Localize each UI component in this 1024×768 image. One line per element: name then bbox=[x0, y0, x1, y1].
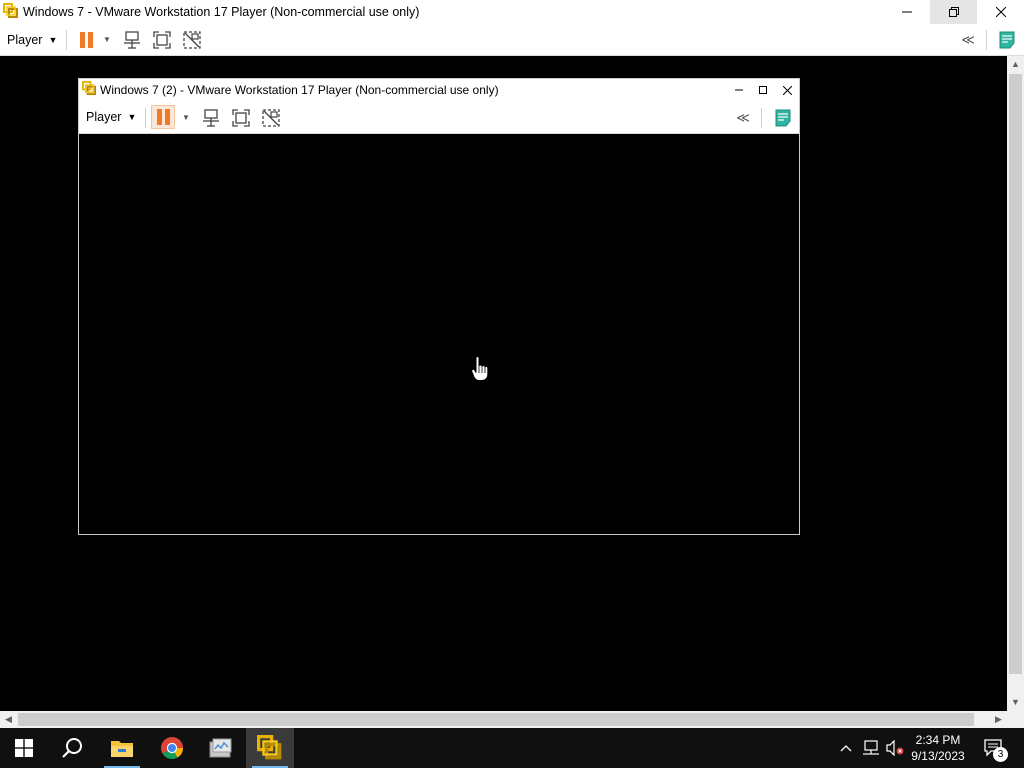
inner-player-menu[interactable]: Player ▼ bbox=[86, 110, 136, 124]
toolbar-separator bbox=[145, 108, 146, 128]
network-icon bbox=[863, 740, 879, 755]
close-icon bbox=[995, 7, 1006, 17]
inner-guest-display[interactable] bbox=[79, 135, 799, 534]
clock-date: 9/13/2023 bbox=[911, 749, 965, 763]
outer-toolbar: Player ▼ ▼ ≪ bbox=[0, 24, 1024, 56]
collapse-toolbar-icon: ≪ bbox=[736, 110, 750, 125]
taskbar-clock[interactable]: 2:34 PM 9/13/2023 bbox=[902, 728, 974, 768]
unity-icon bbox=[183, 31, 201, 49]
collapse-toolbar-icon: ≪ bbox=[961, 32, 975, 47]
chevron-up-icon bbox=[840, 745, 852, 752]
server-manager-icon bbox=[209, 738, 232, 758]
clock-time: 2:34 PM bbox=[915, 733, 961, 747]
send-ctrl-alt-del-icon bbox=[124, 31, 140, 49]
outer-window-titlebar[interactable]: Windows 7 - VMware Workstation 17 Player… bbox=[0, 0, 1024, 24]
scrollbar-corner bbox=[1007, 711, 1024, 728]
pause-icon bbox=[157, 109, 174, 125]
restore-icon bbox=[948, 7, 959, 17]
outer-message-log-button[interactable] bbox=[997, 30, 1017, 50]
inner-pause-button[interactable] bbox=[151, 105, 175, 129]
folder-icon bbox=[111, 741, 133, 757]
outer-close-button[interactable] bbox=[977, 0, 1024, 24]
outer-fit-guest-button[interactable] bbox=[152, 30, 172, 50]
inner-collapse-toolbar-button[interactable]: ≪ bbox=[733, 108, 753, 128]
windows-logo-icon bbox=[15, 739, 33, 757]
start-button[interactable] bbox=[0, 728, 48, 768]
taskbar-server-manager[interactable] bbox=[197, 728, 245, 768]
outer-restore-button[interactable] bbox=[930, 0, 977, 24]
scroll-up-arrow-icon[interactable]: ▲ bbox=[1007, 56, 1024, 73]
vmware-app-icon bbox=[82, 81, 97, 99]
inner-message-log-button[interactable] bbox=[773, 108, 793, 128]
outer-unity-button[interactable] bbox=[182, 30, 202, 50]
inner-minimize-button[interactable] bbox=[727, 79, 751, 101]
outer-player-menu[interactable]: Player ▼ bbox=[7, 33, 57, 47]
outer-send-ctrl-alt-del-button[interactable] bbox=[122, 30, 142, 50]
search-button[interactable] bbox=[48, 728, 96, 768]
outer-vertical-scrollbar[interactable]: ▲ ▼ bbox=[1007, 56, 1024, 711]
windows-taskbar: 2:34 PM 9/13/2023 3 bbox=[0, 728, 1024, 768]
show-hidden-icons-button[interactable] bbox=[836, 728, 856, 768]
toolbar-separator bbox=[66, 30, 67, 50]
taskbar-file-explorer[interactable] bbox=[98, 728, 146, 768]
inner-window-titlebar[interactable]: Windows 7 (2) - VMware Workstation 17 Pl… bbox=[79, 79, 799, 101]
inner-vmware-window[interactable]: Windows 7 (2) - VMware Workstation 17 Pl… bbox=[78, 78, 800, 535]
outer-minimize-button[interactable] bbox=[883, 0, 930, 24]
inner-close-button[interactable] bbox=[775, 79, 799, 101]
player-menu-label: Player bbox=[86, 110, 122, 124]
hand-cursor-icon bbox=[471, 355, 489, 385]
outer-horizontal-scrollbar[interactable]: ◀ ▶ bbox=[0, 711, 1007, 728]
pause-dropdown-chevron-icon[interactable]: ▼ bbox=[182, 113, 190, 122]
player-menu-label: Player bbox=[7, 33, 43, 47]
send-ctrl-alt-del-icon bbox=[203, 109, 219, 127]
outer-pause-button[interactable] bbox=[76, 30, 96, 50]
minimize-icon bbox=[901, 11, 912, 13]
chevron-down-icon: ▼ bbox=[127, 112, 137, 122]
toolbar-separator bbox=[986, 30, 987, 50]
vertical-scroll-thumb[interactable] bbox=[1009, 74, 1022, 674]
network-status-button[interactable] bbox=[860, 728, 882, 768]
action-center-button[interactable]: 3 bbox=[978, 728, 1010, 768]
inner-toolbar: Player ▼ ▼ ≪ bbox=[79, 101, 799, 134]
vmware-icon bbox=[257, 735, 282, 760]
chevron-down-icon: ▼ bbox=[48, 35, 58, 45]
taskbar-vmware-player[interactable] bbox=[246, 728, 294, 768]
message-log-icon bbox=[999, 31, 1015, 49]
scroll-down-arrow-icon[interactable]: ▼ bbox=[1007, 694, 1024, 711]
outer-collapse-toolbar-button[interactable]: ≪ bbox=[958, 30, 978, 50]
inner-send-ctrl-alt-del-button[interactable] bbox=[201, 108, 221, 128]
inner-window-title: Windows 7 (2) - VMware Workstation 17 Pl… bbox=[100, 83, 499, 97]
toolbar-separator bbox=[761, 108, 762, 128]
fit-guest-icon bbox=[153, 31, 171, 49]
fit-guest-icon bbox=[232, 109, 250, 127]
close-icon bbox=[782, 85, 792, 95]
pause-icon bbox=[79, 32, 93, 48]
vmware-app-icon bbox=[3, 2, 19, 22]
inner-fit-guest-button[interactable] bbox=[231, 108, 251, 128]
scroll-right-arrow-icon[interactable]: ▶ bbox=[990, 711, 1007, 728]
inner-unity-button[interactable] bbox=[261, 108, 281, 128]
notification-count-badge: 3 bbox=[993, 747, 1008, 762]
inner-maximize-button[interactable] bbox=[751, 79, 775, 101]
pause-dropdown-chevron-icon[interactable]: ▼ bbox=[103, 35, 111, 44]
message-log-icon bbox=[775, 109, 791, 127]
horizontal-scroll-thumb[interactable] bbox=[18, 713, 974, 726]
search-icon bbox=[62, 738, 82, 758]
taskbar-google-chrome[interactable] bbox=[148, 728, 196, 768]
chrome-icon bbox=[161, 737, 183, 759]
minimize-icon bbox=[735, 89, 743, 91]
scroll-left-arrow-icon[interactable]: ◀ bbox=[0, 711, 17, 728]
outer-window-title: Windows 7 - VMware Workstation 17 Player… bbox=[23, 5, 420, 19]
unity-icon bbox=[262, 109, 280, 127]
maximize-icon bbox=[759, 86, 767, 94]
